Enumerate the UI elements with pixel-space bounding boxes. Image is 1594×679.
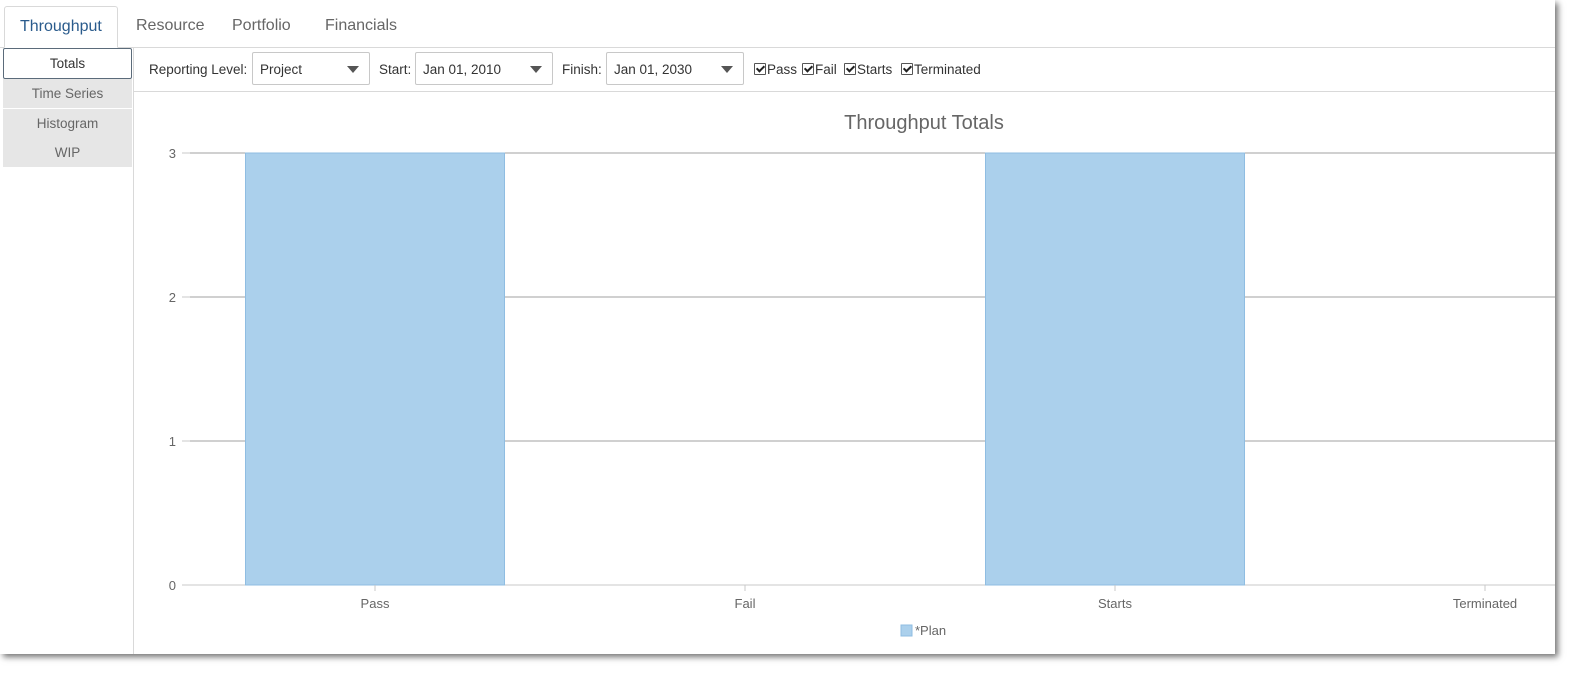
finish-date-picker[interactable]: Jan 01, 2030 [606,52,744,85]
y-tick-label: 1 [169,434,176,449]
reporting-level-value: Project [260,62,303,77]
checkbox-checked-icon [802,63,814,75]
bar-starts[interactable] [985,152,1245,586]
tab-portfolio[interactable]: Portfolio [217,6,306,46]
chart-title: Throughput Totals [844,112,1004,134]
tab-resource[interactable]: Resource [121,6,219,46]
start-date-picker[interactable]: Jan 01, 2010 [415,52,553,85]
tab-throughput[interactable]: Throughput [4,6,118,48]
fail-checkbox-label: Fail [815,61,837,77]
y-tick-label: 2 [169,290,176,305]
side-item-totals[interactable]: Totals [3,48,132,79]
finish-label: Finish: [562,62,602,77]
bar-pass[interactable] [245,152,505,586]
y-tick-label: 3 [169,146,176,161]
app-window: Throughput Resource Portfolio Financials… [0,0,1555,654]
side-nav: Totals Time Series Histogram WIP [0,47,134,654]
throughput-chart: Throughput Totals 0 1 2 3 Pass Fail Starts Ter… [134,92,1555,654]
starts-checkbox[interactable]: Starts [844,61,892,77]
start-label: Start: [379,62,412,77]
finish-date-value: Jan 01, 2030 [614,62,693,77]
checkbox-checked-icon [844,63,856,75]
x-tick-label: Starts [1098,596,1132,611]
x-tick-label: Fail [735,596,756,611]
pass-checkbox-label: Pass [767,61,798,77]
chevron-down-icon [347,66,359,73]
chart-svg: Throughput Totals 0 1 2 3 Pass Fail Starts Ter… [169,112,1555,638]
pass-checkbox[interactable]: Pass [754,61,797,77]
legend-label[interactable]: *Plan [915,623,946,638]
y-tick-label: 0 [169,578,176,593]
side-item-wip[interactable]: WIP [3,138,132,167]
terminated-checkbox[interactable]: Terminated [901,61,981,77]
tab-financials[interactable]: Financials [310,6,412,46]
checkbox-checked-icon [754,63,766,75]
side-item-time-series[interactable]: Time Series [3,79,132,108]
reporting-level-dropdown[interactable]: Project [252,52,370,85]
terminated-checkbox-label: Terminated [914,61,981,77]
side-item-histogram[interactable]: Histogram [3,109,132,138]
starts-checkbox-label: Starts [857,61,893,77]
chevron-down-icon [721,66,733,73]
checkbox-checked-icon [901,63,913,75]
chevron-down-icon [530,66,542,73]
fail-checkbox[interactable]: Fail [802,61,837,77]
filter-toolbar: Reporting Level: Project Start: Jan 01, … [134,47,1555,92]
reporting-level-label: Reporting Level: [149,62,248,77]
legend-swatch[interactable] [900,624,913,637]
x-tick-label: Terminated [1453,596,1517,611]
x-tick-label: Pass [361,596,390,611]
start-date-value: Jan 01, 2010 [423,62,502,77]
top-tab-bar: Throughput Resource Portfolio Financials [0,0,1555,48]
